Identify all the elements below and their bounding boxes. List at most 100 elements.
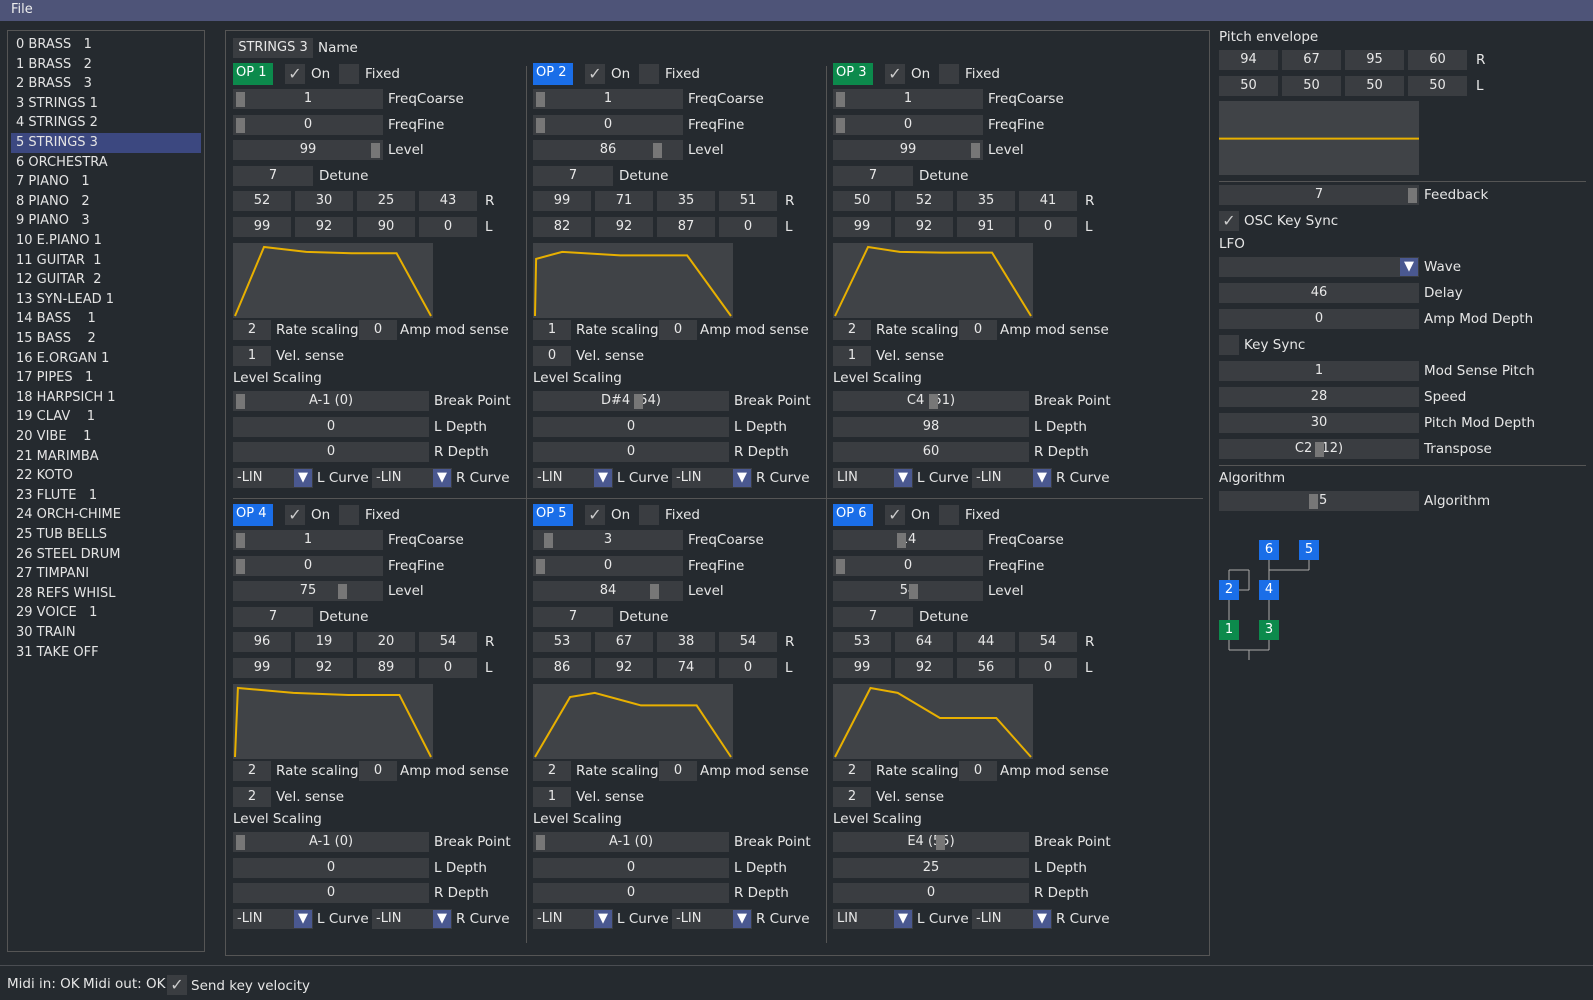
pitch-rate-field[interactable]: 94 bbox=[1219, 50, 1278, 70]
feedback-slider[interactable]: 7 bbox=[1219, 185, 1419, 205]
rate-field[interactable]: 99 bbox=[533, 191, 591, 211]
level-slider[interactable]: 99 bbox=[833, 140, 983, 160]
patch-item[interactable]: 1 BRASS 2 bbox=[11, 55, 201, 75]
env-level-field[interactable]: 92 bbox=[295, 658, 353, 678]
r-curve-dropdown[interactable]: -LIN ▼ bbox=[372, 468, 452, 488]
rate-field[interactable]: 35 bbox=[657, 191, 715, 211]
env-level-field[interactable]: 0 bbox=[719, 217, 777, 237]
slider-handle[interactable] bbox=[836, 559, 845, 574]
l-curve-dropdown[interactable]: -LIN ▼ bbox=[533, 909, 613, 929]
rate-field[interactable]: 67 bbox=[595, 632, 653, 652]
patch-item[interactable]: 12 GUITAR 2 bbox=[11, 270, 201, 290]
level-slider[interactable]: 75 bbox=[233, 581, 383, 601]
l-depth-field[interactable]: 0 bbox=[533, 858, 729, 878]
vel-sense-field[interactable]: 1 bbox=[833, 346, 871, 366]
r-curve-dropdown[interactable]: -LIN ▼ bbox=[972, 468, 1052, 488]
patch-item[interactable]: 25 TUB BELLS bbox=[11, 525, 201, 545]
rate-scaling-field[interactable]: 2 bbox=[233, 761, 271, 781]
l-curve-dropdown[interactable]: LIN ▼ bbox=[833, 909, 913, 929]
patch-item[interactable]: 0 BRASS 1 bbox=[11, 35, 201, 55]
lfo-amp-mod-depth-field[interactable]: 0 bbox=[1219, 309, 1419, 329]
env-level-field[interactable]: 92 bbox=[295, 217, 353, 237]
amp-mod-sense-field[interactable]: 0 bbox=[359, 320, 397, 340]
patch-item[interactable]: 11 GUITAR 1 bbox=[11, 251, 201, 271]
patch-item[interactable]: 19 CLAV 1 bbox=[11, 407, 201, 427]
operator-on-checkbox[interactable]: ✓ bbox=[585, 64, 605, 84]
pitch-rate-field[interactable]: 67 bbox=[1282, 50, 1341, 70]
amp-mod-sense-field[interactable]: 0 bbox=[659, 761, 697, 781]
slider-handle[interactable] bbox=[652, 143, 662, 158]
mod-sense-pitch-field[interactable]: 1 bbox=[1219, 361, 1419, 381]
vel-sense-field[interactable]: 2 bbox=[833, 787, 871, 807]
operator-fixed-checkbox[interactable] bbox=[639, 505, 659, 525]
freq-coarse-slider[interactable]: 1 bbox=[233, 89, 383, 109]
env-level-field[interactable]: 82 bbox=[533, 217, 591, 237]
break-point-slider[interactable]: D#4 (54) bbox=[533, 391, 729, 411]
menu-file[interactable]: File bbox=[11, 2, 33, 17]
rate-scaling-field[interactable]: 2 bbox=[833, 320, 871, 340]
patch-item[interactable]: 10 E.PIANO 1 bbox=[11, 231, 201, 251]
slider-handle[interactable] bbox=[909, 584, 919, 599]
patch-item[interactable]: 15 BASS 2 bbox=[11, 329, 201, 349]
slider-handle[interactable] bbox=[236, 533, 245, 548]
freq-fine-slider[interactable]: 0 bbox=[533, 556, 683, 576]
rate-field[interactable]: 52 bbox=[895, 191, 953, 211]
slider-handle[interactable] bbox=[970, 143, 980, 158]
env-level-field[interactable]: 0 bbox=[419, 658, 477, 678]
operator-on-checkbox[interactable]: ✓ bbox=[885, 505, 905, 525]
l-curve-dropdown[interactable]: -LIN ▼ bbox=[233, 909, 313, 929]
transpose-slider[interactable]: C2 (12) bbox=[1219, 439, 1419, 459]
env-level-field[interactable]: 0 bbox=[1019, 217, 1077, 237]
env-level-field[interactable]: 89 bbox=[357, 658, 415, 678]
r-curve-dropdown[interactable]: -LIN ▼ bbox=[672, 468, 752, 488]
operator-on-checkbox[interactable]: ✓ bbox=[285, 505, 305, 525]
pitch-level-field[interactable]: 50 bbox=[1282, 76, 1341, 96]
vel-sense-field[interactable]: 1 bbox=[533, 787, 571, 807]
amp-mod-sense-field[interactable]: 0 bbox=[659, 320, 697, 340]
slider-handle[interactable] bbox=[1309, 494, 1319, 509]
vel-sense-field[interactable]: 1 bbox=[233, 346, 271, 366]
pitch-mod-depth-field[interactable]: 30 bbox=[1219, 413, 1419, 433]
patch-item[interactable]: 9 PIANO 3 bbox=[11, 211, 201, 231]
freq-coarse-slider[interactable]: 1 bbox=[533, 89, 683, 109]
pitch-level-field[interactable]: 50 bbox=[1345, 76, 1404, 96]
rate-field[interactable]: 50 bbox=[833, 191, 891, 211]
env-level-field[interactable]: 56 bbox=[957, 658, 1015, 678]
slider-handle[interactable] bbox=[650, 584, 660, 599]
lfo-speed-field[interactable]: 28 bbox=[1219, 387, 1419, 407]
rate-field[interactable]: 35 bbox=[957, 191, 1015, 211]
env-level-field[interactable]: 99 bbox=[233, 658, 291, 678]
operator-on-checkbox[interactable]: ✓ bbox=[585, 505, 605, 525]
patch-item[interactable]: 5 STRINGS 3 bbox=[11, 133, 201, 153]
vel-sense-field[interactable]: 0 bbox=[533, 346, 571, 366]
rate-field[interactable]: 71 bbox=[595, 191, 653, 211]
chevron-down-icon[interactable]: ▼ bbox=[894, 469, 912, 487]
env-level-field[interactable]: 0 bbox=[719, 658, 777, 678]
freq-coarse-slider[interactable]: 1 bbox=[833, 89, 983, 109]
patch-item[interactable]: 7 PIANO 1 bbox=[11, 172, 201, 192]
slider-handle[interactable] bbox=[936, 835, 946, 850]
freq-coarse-slider[interactable]: 1 bbox=[233, 530, 383, 550]
rate-field[interactable]: 54 bbox=[719, 632, 777, 652]
patch-item[interactable]: 28 REFS WHISL bbox=[11, 584, 201, 604]
pitch-level-field[interactable]: 50 bbox=[1219, 76, 1278, 96]
level-slider[interactable]: 99 bbox=[233, 140, 383, 160]
pitch-rate-field[interactable]: 60 bbox=[1408, 50, 1467, 70]
patch-item[interactable]: 8 PIANO 2 bbox=[11, 192, 201, 212]
patch-item[interactable]: 16 E.ORGAN 1 bbox=[11, 349, 201, 369]
freq-fine-slider[interactable]: 0 bbox=[233, 556, 383, 576]
rate-field[interactable]: 53 bbox=[533, 632, 591, 652]
chevron-down-icon[interactable]: ▼ bbox=[1033, 469, 1051, 487]
rate-field[interactable]: 19 bbox=[295, 632, 353, 652]
l-depth-field[interactable]: 0 bbox=[233, 417, 429, 437]
operator-fixed-checkbox[interactable] bbox=[939, 64, 959, 84]
freq-coarse-slider[interactable]: 14 bbox=[833, 530, 983, 550]
patch-item[interactable]: 2 BRASS 3 bbox=[11, 74, 201, 94]
patch-item[interactable]: 29 VOICE 1 bbox=[11, 603, 201, 623]
l-depth-field[interactable]: 0 bbox=[533, 417, 729, 437]
patch-item[interactable]: 4 STRINGS 2 bbox=[11, 113, 201, 133]
patch-list[interactable]: 0 BRASS 11 BRASS 22 BRASS 33 STRINGS 14 … bbox=[7, 30, 205, 952]
chevron-down-icon[interactable]: ▼ bbox=[1400, 258, 1418, 276]
chevron-down-icon[interactable]: ▼ bbox=[294, 469, 312, 487]
l-curve-dropdown[interactable]: -LIN ▼ bbox=[233, 468, 313, 488]
